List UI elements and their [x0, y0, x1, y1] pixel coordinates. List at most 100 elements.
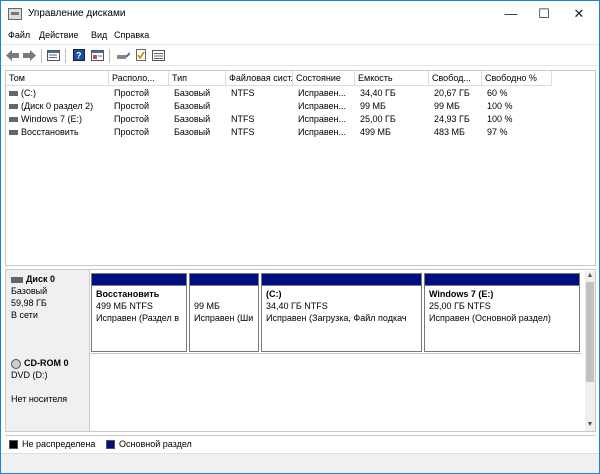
- volume-list: Том Располо... Тип Файловая сист... Сост…: [5, 70, 596, 266]
- filesystem-cell: NTFS: [231, 127, 255, 137]
- partition-info: 25,00 ГБ NTFS: [429, 301, 491, 311]
- partition-info: 499 МБ NTFS: [96, 301, 153, 311]
- volume-cell: Восстановить: [6, 126, 109, 139]
- table-row[interactable]: (C:) Простой Базовый NTFS Исправен... 34…: [6, 87, 595, 100]
- volume-cell: Windows 7 (E:): [6, 113, 109, 126]
- volume-icon: [9, 117, 18, 123]
- partition-info: 99 МБ: [194, 301, 220, 311]
- primary-partition-bar: [92, 274, 186, 286]
- cdrom-icon: [11, 358, 21, 369]
- menu-bar: Файл Действие Вид Справка: [1, 28, 599, 44]
- menu-help[interactable]: Справка: [114, 30, 149, 40]
- primary-partition-bar: [425, 274, 579, 286]
- properties-icon[interactable]: [90, 48, 105, 62]
- maximize-button[interactable]: ☐: [529, 1, 559, 28]
- capacity-cell: 99 МБ: [360, 101, 386, 111]
- type-cell: Базовый: [174, 101, 211, 111]
- free-cell: 483 МБ: [434, 127, 465, 137]
- graph-vertical-scrollbar[interactable]: ▲ ▼: [585, 271, 595, 431]
- partition-efi[interactable]: 99 МБ Исправен (Ши: [189, 273, 259, 352]
- scroll-up-icon[interactable]: ▲: [586, 272, 594, 280]
- primary-partition-bar: [262, 274, 421, 286]
- view-icon[interactable]: [151, 48, 166, 62]
- disk-0-size: 59,98 ГБ: [11, 298, 47, 308]
- status-cell: Исправен...: [298, 101, 347, 111]
- filesystem-cell: NTFS: [231, 114, 255, 124]
- capacity-cell: 25,00 ГБ: [360, 114, 396, 124]
- layout-cell: Простой: [114, 101, 150, 111]
- menu-file[interactable]: Файл: [8, 30, 30, 40]
- column-header-volume[interactable]: Том: [6, 71, 109, 86]
- cdrom-0-info[interactable]: CD-ROM 0 DVD (D:) Нет носителя: [6, 354, 90, 431]
- legend-unallocated: Не распределена: [22, 439, 96, 449]
- column-header-layout[interactable]: Располо...: [109, 71, 169, 86]
- column-header-filesystem[interactable]: Файловая сист...: [226, 71, 293, 86]
- partition-c[interactable]: (C:) 34,40 ГБ NTFS Исправен (Загрузка, Ф…: [261, 273, 422, 352]
- disk-icon: [11, 276, 23, 283]
- partition-title: Восстановить: [96, 289, 160, 299]
- column-header-free-percent[interactable]: Свободно %: [482, 71, 552, 86]
- partition-recovery[interactable]: Восстановить 499 МБ NTFS Исправен (Разде…: [91, 273, 187, 352]
- forward-arrow-icon[interactable]: [22, 48, 37, 62]
- back-arrow-icon[interactable]: [5, 48, 20, 62]
- minimize-button[interactable]: —: [496, 1, 526, 28]
- menu-action[interactable]: Действие: [39, 30, 79, 40]
- disk-management-icon: [8, 8, 22, 20]
- partition-status: Исправен (Раздел в: [96, 313, 180, 323]
- menu-view[interactable]: Вид: [91, 30, 107, 40]
- partition-windows7-e[interactable]: Windows 7 (E:) 25,00 ГБ NTFS Исправен (О…: [424, 273, 580, 352]
- column-header-capacity[interactable]: Емкость: [355, 71, 429, 86]
- column-header-free[interactable]: Свобод...: [429, 71, 482, 86]
- type-cell: Базовый: [174, 88, 211, 98]
- toolbar-separator: [41, 49, 42, 63]
- filesystem-cell: [228, 100, 293, 113]
- cdrom-0-row[interactable]: CD-ROM 0 DVD (D:) Нет носителя: [6, 354, 582, 431]
- type-cell: Базовый: [174, 114, 211, 124]
- volume-name: Восстановить: [21, 127, 79, 137]
- unallocated-swatch: [9, 440, 18, 449]
- free-cell: 20,67 ГБ: [434, 88, 470, 98]
- help-icon[interactable]: ?: [71, 48, 86, 62]
- disk-graphical-view: Диск 0 Базовый 59,98 ГБ В сети Восстанов…: [5, 269, 596, 432]
- type-cell: Базовый: [174, 127, 211, 137]
- column-header-type[interactable]: Тип: [169, 71, 226, 86]
- title-bar[interactable]: Управление дисками — ☐ ✕: [1, 1, 599, 28]
- partition-title: Windows 7 (E:): [429, 289, 494, 299]
- layout-cell: Простой: [114, 127, 150, 137]
- console-tree-icon[interactable]: [46, 48, 61, 62]
- capacity-cell: 499 МБ: [360, 127, 391, 137]
- disk-0-info[interactable]: Диск 0 Базовый 59,98 ГБ В сети: [6, 270, 90, 354]
- partition-title: (C:): [266, 289, 282, 299]
- partition-status: Исправен (Основной раздел): [429, 313, 551, 323]
- disk-connect-icon[interactable]: [115, 48, 130, 62]
- volume-icon: [9, 130, 18, 136]
- cdrom-0-status: Нет носителя: [11, 394, 68, 404]
- filesystem-cell: NTFS: [231, 88, 255, 98]
- status-bar: [1, 453, 599, 473]
- disk-0-type: Базовый: [11, 286, 48, 296]
- close-button[interactable]: ✕: [564, 1, 594, 28]
- disk-0-row[interactable]: Диск 0 Базовый 59,98 ГБ В сети Восстанов…: [6, 270, 582, 354]
- legend-primary-partition: Основной раздел: [119, 439, 192, 449]
- table-row[interactable]: (Диск 0 раздел 2) Простой Базовый Исправ…: [6, 100, 595, 113]
- toolbar-separator: [65, 49, 66, 63]
- partition-status: Исправен (Ши: [194, 313, 254, 323]
- status-cell: Исправен...: [298, 88, 347, 98]
- check-disk-icon[interactable]: [133, 48, 148, 62]
- primary-partition-swatch: [106, 440, 115, 449]
- table-row[interactable]: Восстановить Простой Базовый NTFS Исправ…: [6, 126, 595, 139]
- svg-text:?: ?: [76, 51, 82, 61]
- status-cell: Исправен...: [298, 127, 347, 137]
- table-row[interactable]: Windows 7 (E:) Простой Базовый NTFS Испр…: [6, 113, 595, 126]
- cdrom-0-name: CD-ROM 0: [24, 358, 69, 368]
- free-percent-cell: 100 %: [487, 101, 513, 111]
- layout-cell: Простой: [114, 114, 150, 124]
- capacity-cell: 34,40 ГБ: [360, 88, 396, 98]
- volume-icon: [9, 104, 18, 110]
- scroll-down-icon[interactable]: ▼: [586, 421, 594, 429]
- column-header-status[interactable]: Состояние: [293, 71, 355, 86]
- free-percent-cell: 97 %: [487, 127, 508, 137]
- volume-name: (C:): [21, 88, 36, 98]
- scroll-thumb[interactable]: [586, 282, 594, 382]
- cdrom-0-drive: DVD (D:): [11, 370, 48, 380]
